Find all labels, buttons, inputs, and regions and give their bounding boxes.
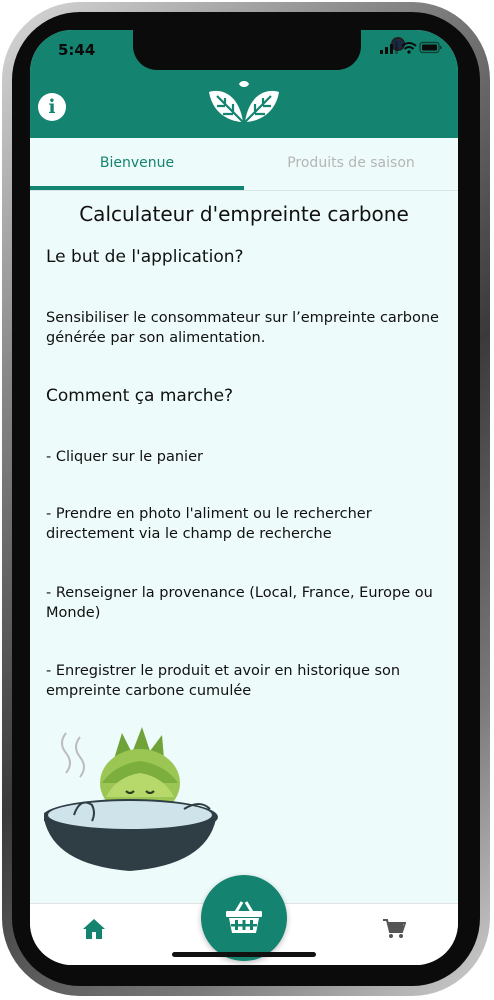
basket-icon — [226, 901, 262, 933]
app-header: 5:44 i — [30, 30, 458, 138]
home-indicator — [172, 952, 316, 957]
tab-produits-de-saison[interactable]: Produits de saison — [244, 138, 458, 190]
section-heading-how: Comment ça marche? — [46, 386, 234, 406]
notch — [133, 30, 403, 70]
home-icon[interactable] — [82, 918, 106, 944]
section-heading-purpose: Le but de l'application? — [46, 247, 244, 267]
tab-bienvenue[interactable]: Bienvenue — [30, 138, 244, 190]
app-screen: 5:44 i Bienvenue Produits de saison Calc… — [30, 30, 458, 965]
info-icon: i — [48, 96, 56, 118]
status-icons — [380, 40, 442, 59]
step-item: - Cliquer sur le panier — [46, 449, 203, 465]
step-item: - Prendre en photo l'aliment ou le reche… — [46, 506, 372, 542]
step-item: - Renseigner la provenance (Local, Franc… — [46, 585, 433, 621]
info-button[interactable]: i — [38, 93, 66, 121]
page-title: Calculateur d'empreinte carbone — [79, 202, 409, 226]
leaves-logo-icon — [205, 78, 283, 128]
artichoke-bath-illustration — [42, 725, 224, 879]
cart-icon[interactable] — [382, 918, 407, 944]
active-tab-indicator — [30, 186, 244, 190]
battery-icon — [419, 41, 442, 54]
wifi-icon — [401, 42, 417, 54]
signal-icon — [380, 41, 398, 54]
step-item: - Enregistrer le produit et avoir en his… — [46, 663, 401, 699]
status-time: 5:44 — [58, 41, 96, 59]
basket-button[interactable] — [201, 875, 287, 961]
tab-bar: Bienvenue Produits de saison — [30, 138, 458, 191]
purpose-text: Sensibiliser le consommateur sur l’empre… — [46, 310, 439, 346]
